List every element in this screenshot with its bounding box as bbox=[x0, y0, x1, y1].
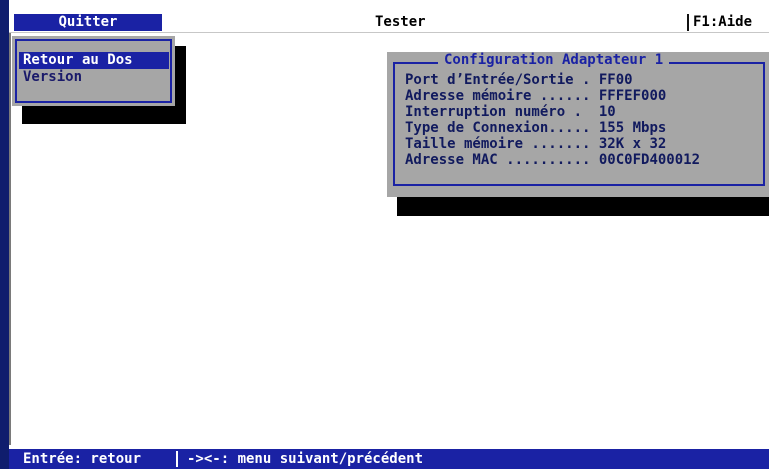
menu-help[interactable]: F1:Aide bbox=[693, 14, 752, 30]
config-row-label: Adresse mémoire ...... bbox=[405, 88, 599, 104]
config-panel-shadow bbox=[397, 197, 769, 216]
menu-tester[interactable]: Tester bbox=[375, 14, 426, 30]
config-row-label: Interruption numéro . bbox=[405, 104, 599, 120]
config-row-label: Type de Connexion..... bbox=[405, 120, 599, 136]
config-title: Configuration Adaptateur 1 bbox=[438, 52, 670, 68]
config-panel: Configuration Adaptateur 1 Port d’Entrée… bbox=[387, 52, 769, 197]
menu-item-version[interactable]: Version bbox=[19, 69, 169, 86]
config-row: Interruption numéro . 10 bbox=[405, 104, 616, 120]
inner-divider bbox=[9, 13, 11, 445]
menu-bar: Quitter Tester F1:Aide bbox=[9, 13, 769, 33]
config-row: Adresse MAC .......... 00C0FD400012 bbox=[405, 152, 700, 168]
config-row-value: FF00 bbox=[598, 72, 633, 88]
status-hint-arrows: -><-: menu suivant/précédent bbox=[187, 451, 424, 467]
config-row-label: Port d’Entrée/Sortie . bbox=[405, 72, 599, 88]
config-row: Adresse mémoire ...... FFFEF000 bbox=[405, 88, 666, 104]
left-border bbox=[0, 0, 9, 469]
menu-item-retour-au-dos[interactable]: Retour au Dos bbox=[19, 52, 169, 69]
config-row: Type de Connexion..... 155 Mbps bbox=[405, 120, 666, 136]
config-row-value: 155 Mbps bbox=[598, 120, 667, 136]
config-row-value: 32K x 32 bbox=[598, 136, 667, 152]
config-row-label: Adresse MAC .......... bbox=[405, 152, 599, 168]
status-bar: Entrée: retour -><-: menu suivant/précéd… bbox=[9, 449, 769, 469]
status-hint-enter: Entrée: retour bbox=[23, 451, 142, 467]
status-separator bbox=[176, 451, 178, 467]
menu-quitter[interactable]: Quitter bbox=[14, 14, 162, 31]
quitter-dropdown: Retour au Dos Version bbox=[12, 36, 175, 106]
config-row-label: Taille mémoire ....... bbox=[405, 136, 599, 152]
config-row: Taille mémoire ....... 32K x 32 bbox=[405, 136, 666, 152]
config-row: Port d’Entrée/Sortie . FF00 bbox=[405, 72, 633, 88]
config-row-value: FFFEF000 bbox=[598, 88, 667, 104]
config-row-value: 10 bbox=[598, 104, 616, 120]
menu-separator bbox=[687, 14, 689, 31]
dos-screen: Quitter Tester F1:Aide Retour au Dos Ver… bbox=[0, 0, 769, 469]
config-row-value: 00C0FD400012 bbox=[598, 152, 701, 168]
